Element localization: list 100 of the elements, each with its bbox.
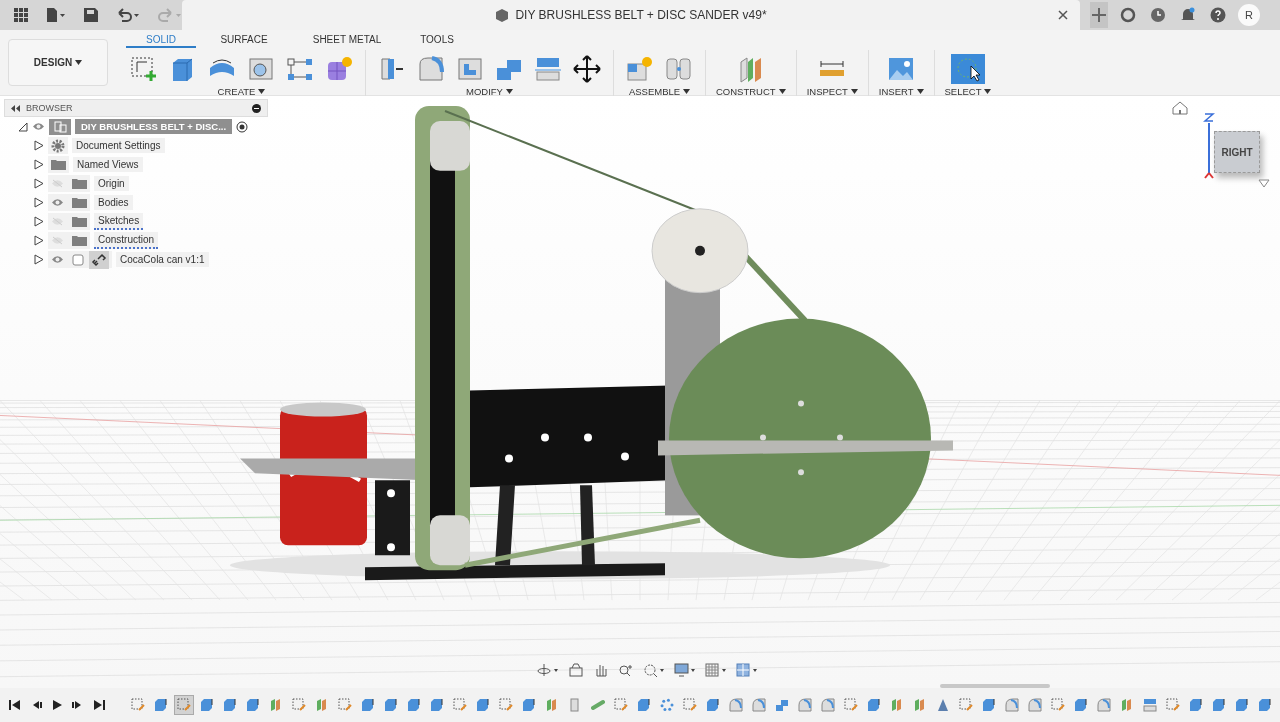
cube-icon xyxy=(495,8,510,22)
eye-icon[interactable] xyxy=(51,255,64,264)
extrude-feature-icon xyxy=(154,698,168,712)
assembly-icon xyxy=(49,118,71,135)
caret-icon xyxy=(683,89,691,94)
fillet-feature-icon xyxy=(821,698,835,712)
display-settings-icon[interactable] xyxy=(672,660,698,680)
component-icon xyxy=(625,54,655,84)
mirror-feature-icon xyxy=(936,698,950,712)
extrude-feature-icon xyxy=(430,698,444,712)
fillet-feature-icon xyxy=(1005,698,1019,712)
sketch-feature-icon xyxy=(1051,698,1065,712)
link-icon xyxy=(89,250,109,269)
browser-item[interactable]: Document Settings xyxy=(72,138,165,153)
grid-icon[interactable] xyxy=(703,660,729,680)
browser-item[interactable]: CocaCola can v1:1 xyxy=(116,252,209,267)
expand-triangle-icon[interactable] xyxy=(34,140,44,151)
ribbon-tab[interactable]: TOOLS xyxy=(402,32,472,48)
sketch-feature-icon xyxy=(499,698,513,712)
sketch-feature-icon xyxy=(959,698,973,712)
tool-group-menu[interactable]: ASSEMBLE xyxy=(628,86,691,97)
home-icon[interactable] xyxy=(1172,101,1188,115)
tool-group-menu[interactable]: CREATE xyxy=(217,86,266,97)
extrude-feature-icon xyxy=(1189,698,1203,712)
extrude-feature-icon xyxy=(407,698,421,712)
extrude-feature-icon xyxy=(246,698,260,712)
expand-triangle-icon[interactable] xyxy=(34,197,44,208)
plane-feature-icon xyxy=(1120,698,1134,712)
clock-icon[interactable] xyxy=(1148,5,1168,25)
expand-triangle-icon[interactable] xyxy=(34,178,44,189)
extrude-feature-icon xyxy=(361,698,375,712)
expand-triangle-icon[interactable] xyxy=(34,254,44,265)
pattern-feature-icon xyxy=(660,698,674,712)
extrude-feature-icon xyxy=(982,698,996,712)
caret-icon xyxy=(75,60,83,65)
expand-triangle-icon[interactable] xyxy=(34,159,44,170)
minus-circle-icon[interactable] xyxy=(252,103,261,113)
file-menu-icon[interactable] xyxy=(44,5,68,25)
extrude-feature-icon xyxy=(1258,698,1272,712)
activate-radio-icon[interactable] xyxy=(236,120,249,133)
browser-item[interactable]: Bodies xyxy=(94,195,133,210)
ribbon-tab[interactable]: SHEET METAL xyxy=(292,32,402,48)
collapse-icon[interactable] xyxy=(11,104,20,112)
apps-grid-icon[interactable] xyxy=(12,5,30,25)
eye-icon[interactable] xyxy=(32,122,45,131)
expand-triangle-icon[interactable] xyxy=(34,235,44,246)
tool-group-menu[interactable]: MODIFY xyxy=(466,86,513,97)
extrude-feature-icon xyxy=(637,698,651,712)
tool-group-menu[interactable]: INSERT xyxy=(878,86,924,97)
extrude-feature-icon xyxy=(1212,698,1226,712)
folder-icon xyxy=(72,197,87,208)
tool-button[interactable] xyxy=(951,54,985,84)
tool-group-menu[interactable]: SELECT xyxy=(944,86,992,97)
plane-feature-icon xyxy=(913,698,927,712)
sketch-feature-icon xyxy=(614,698,628,712)
expand-triangle-icon[interactable] xyxy=(34,216,44,227)
workspace-dropdown[interactable]: DESIGN xyxy=(8,39,108,86)
browser-item[interactable]: Sketches xyxy=(94,213,144,230)
plane-feature-icon xyxy=(315,698,329,712)
browser-item[interactable]: Named Views xyxy=(73,157,143,172)
browser-item[interactable]: Origin xyxy=(94,176,129,191)
tool-button[interactable] xyxy=(571,54,603,84)
component-box-icon xyxy=(72,253,84,266)
sync-icon[interactable] xyxy=(1118,5,1138,25)
caret-icon xyxy=(984,89,992,94)
gear-icon xyxy=(51,138,65,153)
eye-icon[interactable] xyxy=(51,198,64,207)
ribbon-tab[interactable]: SURFACE xyxy=(196,32,292,48)
browser-item[interactable]: Construction xyxy=(94,232,159,249)
tool-group-menu[interactable]: INSPECT xyxy=(806,86,858,97)
help-icon[interactable] xyxy=(1208,5,1228,25)
fillet-feature-icon xyxy=(729,698,743,712)
sketch-feature-icon xyxy=(338,698,352,712)
sketch-feature-icon xyxy=(292,698,306,712)
joint-feature-icon xyxy=(568,698,582,712)
document-tab[interactable]: DIY BRUSHLESS BELT + DISC SANDER v49* xyxy=(182,0,1080,30)
collapse-triangle-icon[interactable] xyxy=(18,121,28,132)
plane-feature-icon xyxy=(890,698,904,712)
view-options-icon[interactable] xyxy=(1258,179,1270,189)
sketch-feature-icon xyxy=(131,698,145,712)
viewports-icon[interactable] xyxy=(734,660,760,680)
sketch-feature-icon xyxy=(683,698,697,712)
browser-title: BROWSER xyxy=(26,103,74,113)
sketch-feature-icon xyxy=(177,698,191,712)
new-tab-icon[interactable] xyxy=(1090,2,1108,28)
sketch-feature-icon xyxy=(1166,698,1180,712)
sketch-icon xyxy=(129,54,159,84)
save-icon[interactable] xyxy=(82,5,100,25)
view-cube[interactable]: RIGHT xyxy=(1214,131,1260,173)
extrude-feature-icon xyxy=(223,698,237,712)
caret-icon xyxy=(916,89,924,94)
extrude-feature-icon xyxy=(476,698,490,712)
tool-group-menu[interactable]: CONSTRUCT xyxy=(716,86,786,97)
timeline-scrollbar[interactable] xyxy=(940,684,1050,688)
look-at-icon[interactable] xyxy=(566,660,586,680)
extrude-feature-icon xyxy=(867,698,881,712)
caret-icon xyxy=(505,89,513,94)
ribbon-tab[interactable]: SOLID xyxy=(126,32,196,48)
user-avatar[interactable]: R xyxy=(1238,4,1260,26)
plane-feature-icon xyxy=(545,698,559,712)
